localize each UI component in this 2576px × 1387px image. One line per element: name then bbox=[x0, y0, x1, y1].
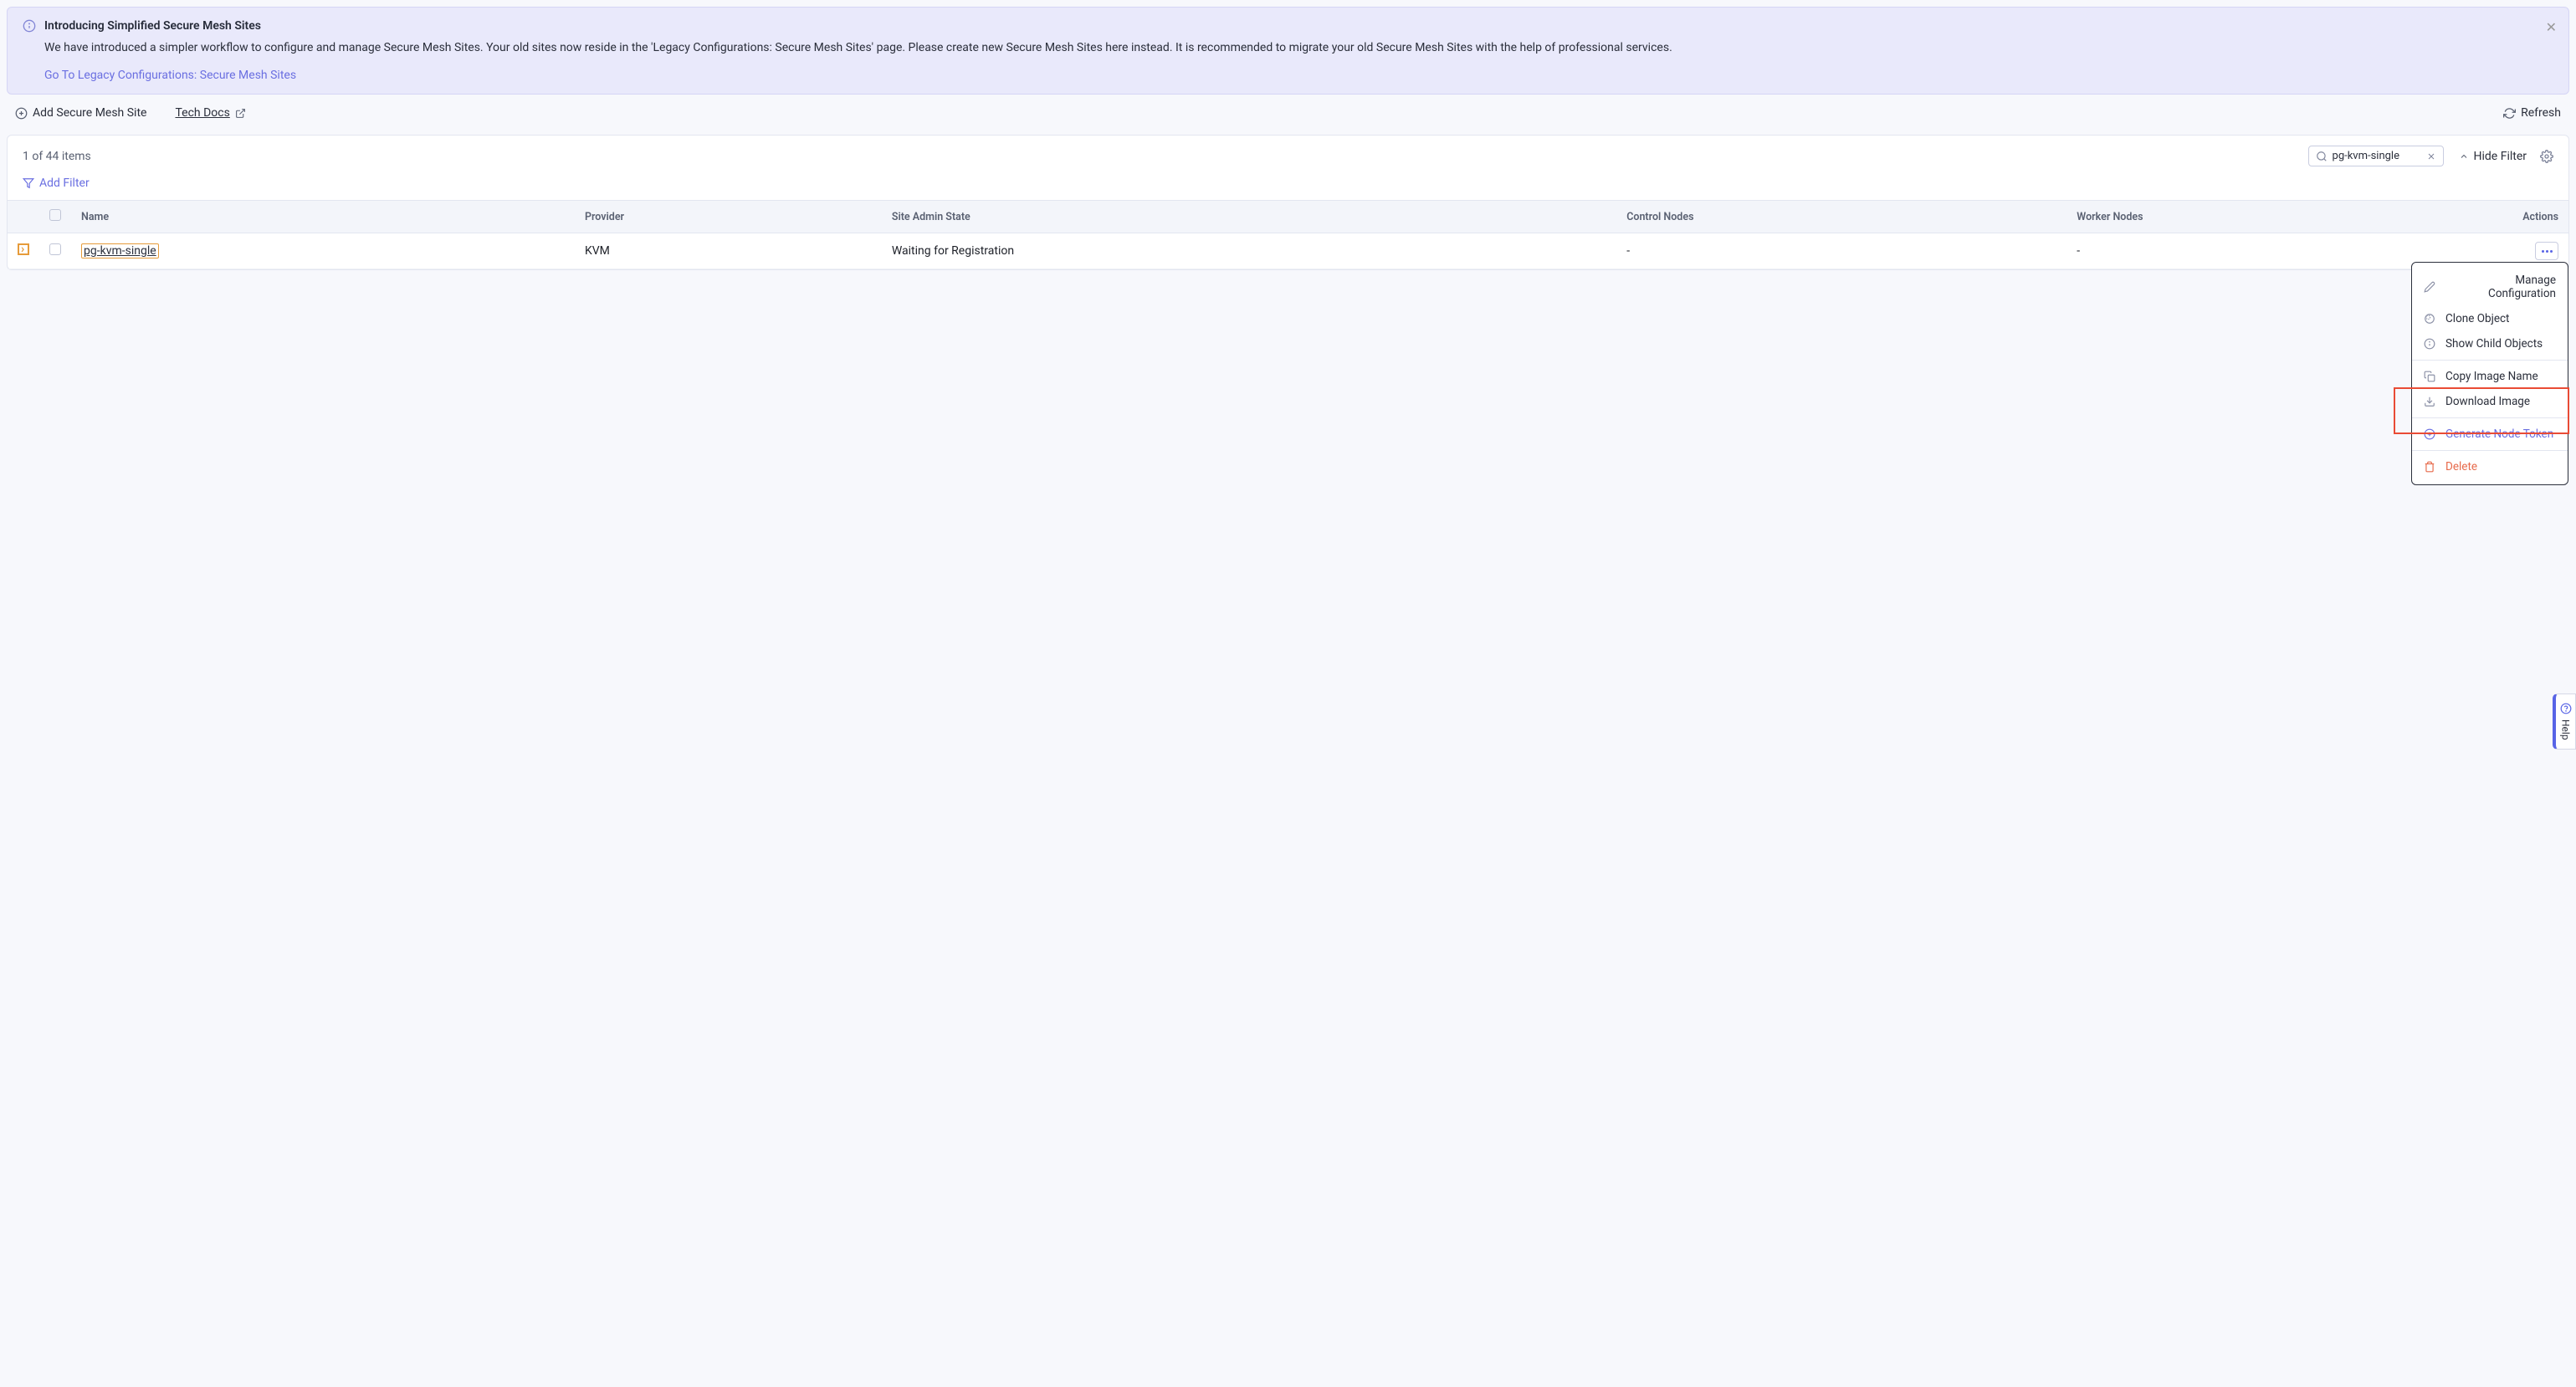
close-icon[interactable]: ✕ bbox=[2546, 19, 2557, 35]
col-provider[interactable]: Provider bbox=[575, 201, 882, 233]
refresh-button[interactable]: Refresh bbox=[2503, 106, 2561, 120]
plus-circle-icon bbox=[2424, 428, 2437, 440]
info-icon bbox=[2424, 338, 2437, 350]
refresh-icon bbox=[2503, 107, 2516, 120]
help-icon bbox=[2560, 703, 2572, 714]
add-secure-mesh-site-button[interactable]: Add Secure Mesh Site bbox=[15, 106, 146, 120]
search-input[interactable] bbox=[2333, 150, 2416, 162]
chevron-up-icon bbox=[2459, 151, 2469, 161]
actions-context-menu: Manage Configuration Clone Object Show C… bbox=[2411, 262, 2568, 485]
refresh-label: Refresh bbox=[2521, 106, 2561, 120]
col-site-admin-state[interactable]: Site Admin State bbox=[882, 201, 1616, 233]
menu-clone-object[interactable]: Clone Object bbox=[2412, 306, 2568, 331]
site-name-link[interactable]: pg-kvm-single bbox=[81, 243, 159, 258]
col-actions: Actions bbox=[2512, 201, 2568, 233]
menu-label: Download Image bbox=[2445, 395, 2530, 408]
filter-row: Add Filter bbox=[8, 177, 2568, 200]
search-box[interactable] bbox=[2308, 146, 2444, 166]
menu-delete[interactable]: Delete bbox=[2412, 454, 2568, 479]
plus-circle-icon bbox=[15, 107, 28, 120]
select-all-checkbox[interactable] bbox=[49, 209, 61, 221]
item-count: 1 of 44 items bbox=[23, 150, 91, 163]
table-card: 1 of 44 items Hide Filter Add Filter bbox=[7, 135, 2569, 270]
copy-icon bbox=[2424, 371, 2437, 382]
banner-title: Introducing Simplified Secure Mesh Sites bbox=[44, 19, 2553, 33]
col-name[interactable]: Name bbox=[71, 201, 575, 233]
gear-icon[interactable] bbox=[2540, 150, 2553, 163]
hide-filter-label: Hide Filter bbox=[2474, 150, 2527, 163]
col-worker-nodes[interactable]: Worker Nodes bbox=[2066, 201, 2512, 233]
cell-provider: KVM bbox=[575, 233, 882, 269]
cell-site-admin-state: Waiting for Registration bbox=[882, 233, 1616, 269]
add-filter-button[interactable]: Add Filter bbox=[23, 177, 90, 190]
help-tab[interactable]: Help bbox=[2553, 694, 2576, 750]
menu-label: Generate Node Token bbox=[2445, 427, 2553, 441]
toolbar: Add Secure Mesh Site Tech Docs Refresh bbox=[0, 98, 2576, 128]
menu-show-child-objects[interactable]: Show Child Objects bbox=[2412, 331, 2568, 356]
menu-label: Manage Configuration bbox=[2445, 274, 2556, 300]
filter-icon bbox=[23, 177, 34, 189]
banner-description: We have introduced a simpler workflow to… bbox=[44, 39, 2553, 57]
menu-copy-image-name[interactable]: Copy Image Name bbox=[2412, 364, 2568, 389]
menu-label: Copy Image Name bbox=[2445, 370, 2538, 383]
menu-label: Show Child Objects bbox=[2445, 337, 2543, 351]
row-checkbox[interactable] bbox=[49, 243, 61, 255]
table-meta-row: 1 of 44 items Hide Filter bbox=[8, 136, 2568, 177]
menu-manage-configuration[interactable]: Manage Configuration bbox=[2412, 268, 2568, 306]
banner-legacy-link[interactable]: Go To Legacy Configurations: Secure Mesh… bbox=[44, 69, 296, 82]
add-button-label: Add Secure Mesh Site bbox=[33, 106, 146, 120]
info-icon bbox=[23, 19, 36, 82]
menu-label: Clone Object bbox=[2445, 312, 2509, 325]
table-row: pg-kvm-single KVM Waiting for Registrati… bbox=[8, 233, 2568, 269]
hide-filter-button[interactable]: Hide Filter bbox=[2459, 150, 2527, 163]
cell-control-nodes: - bbox=[1616, 233, 2066, 269]
download-icon bbox=[2424, 396, 2437, 407]
menu-generate-node-token[interactable]: Generate Node Token bbox=[2412, 422, 2568, 447]
tech-docs-label: Tech Docs bbox=[175, 106, 229, 120]
pencil-icon bbox=[2424, 281, 2437, 293]
row-actions-button[interactable] bbox=[2535, 242, 2558, 260]
clone-icon bbox=[2424, 313, 2437, 325]
search-icon bbox=[2316, 151, 2328, 162]
tech-docs-link[interactable]: Tech Docs bbox=[175, 106, 245, 120]
external-link-icon bbox=[235, 108, 246, 119]
clear-search-icon[interactable] bbox=[2426, 151, 2436, 161]
add-filter-label: Add Filter bbox=[39, 177, 90, 190]
expand-row-button[interactable] bbox=[18, 243, 29, 255]
col-control-nodes[interactable]: Control Nodes bbox=[1616, 201, 2066, 233]
menu-label: Delete bbox=[2445, 460, 2477, 473]
trash-icon bbox=[2424, 461, 2437, 473]
help-label: Help bbox=[2560, 719, 2572, 740]
sites-table: Name Provider Site Admin State Control N… bbox=[8, 200, 2568, 269]
menu-download-image[interactable]: Download Image bbox=[2412, 389, 2568, 414]
info-banner: Introducing Simplified Secure Mesh Sites… bbox=[7, 7, 2569, 95]
